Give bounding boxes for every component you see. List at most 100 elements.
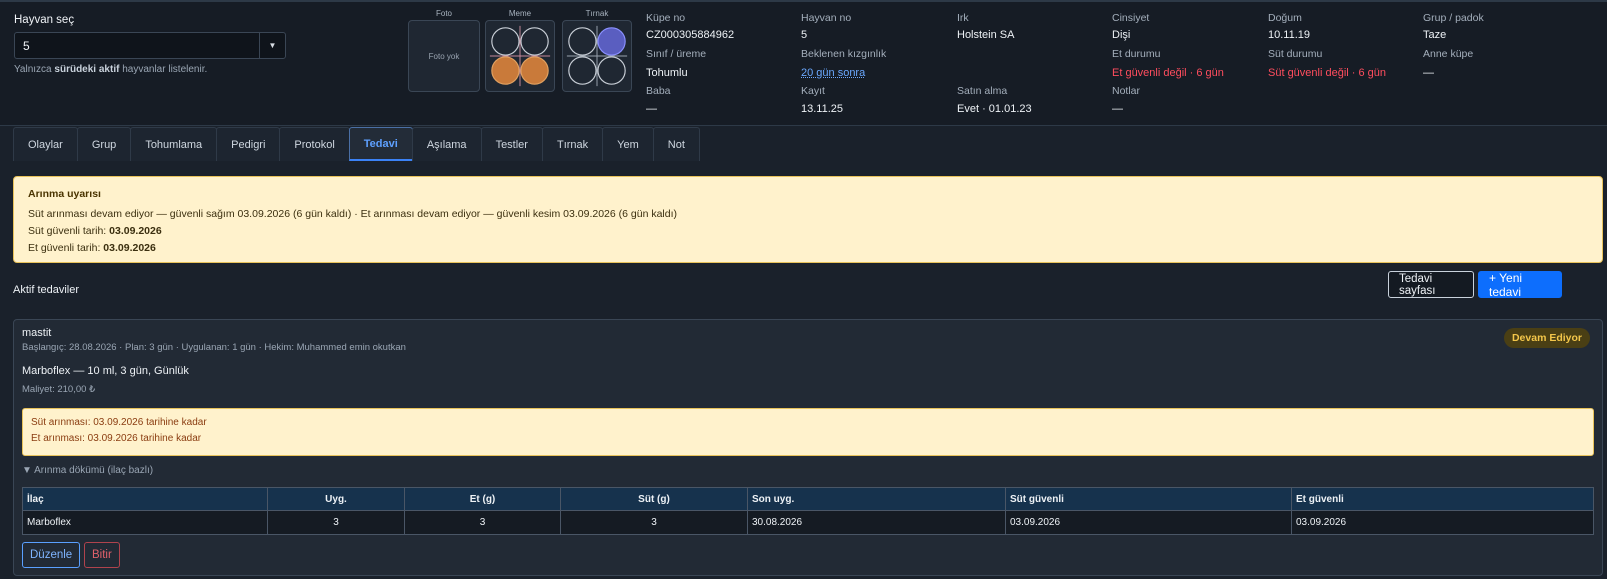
treatment-withdrawal-box: Süt arınması: 03.09.2026 tarihine kadar … [22,408,1594,456]
hoof-diagram[interactable] [562,20,632,92]
anne-kupe-value: — [1423,67,1434,79]
meat-withdrawal-text: Et arınması: 03.09.2026 tarihine kadar [31,433,202,444]
meat-safe-date-line: Et güvenli tarih: 03.09.2026 [28,240,1588,257]
hint-bold: sürüdeki aktif [54,64,120,75]
satin-alma-label: Satın alma [957,85,1008,97]
active-treatments-title: Aktif tedaviler [13,284,80,296]
photo-placeholder[interactable]: Foto yok [408,20,480,92]
cinsiyet-value: Dişi [1112,29,1131,41]
et-durumu-value: Et güvenli değil · 6 gün [1112,67,1224,79]
edit-button[interactable]: Düzenle [22,542,81,568]
cinsiyet-label: Cinsiyet [1112,12,1150,24]
tab-bar: Olaylar Grup Tohumlama Pedigri Protokol … [13,127,700,161]
end-button[interactable]: Bitir [84,542,120,568]
milk-safe-date: 03.09.2026 [109,225,162,237]
sinif-label: Sınıf / üreme [646,48,707,60]
chevron-down-icon[interactable]: ▼ [259,33,285,58]
hayvan-no-value: 5 [801,29,808,41]
grup-label: Grup / padok [1423,12,1484,24]
photo-label: Foto [435,9,452,18]
tab-testler[interactable]: Testler [480,127,543,161]
treatment-cost: Maliyet: 210,00 ₺ [22,384,96,395]
milk-safe-date-line: Süt güvenli tarih: 03.09.2026 [28,223,1588,240]
status-badge: Devam Ediyor [1503,328,1590,348]
hoof-label: Tırnak [585,9,609,18]
table-header-row: İlaç Uyg. Et (g) Süt (g) Son uyg. Süt gü… [22,487,1594,511]
tab-yem[interactable]: Yem [602,127,654,161]
treatment-name: mastit [22,327,52,339]
hoof-quarters-icon [566,25,628,87]
animal-select-title: Hayvan seç [14,14,75,26]
udder-diagram[interactable] [485,20,555,92]
new-treatment-button[interactable]: + Yeni tedavi [1478,271,1562,299]
hint-prefix: Yalnızca [14,64,52,75]
udder-label: Meme [508,9,532,18]
tab-grup[interactable]: Grup [76,127,132,161]
tab-tedavi[interactable]: Tedavi [348,127,413,161]
kupe-no-label: Küpe no [646,12,686,24]
notlar-label: Notlar [1112,85,1141,97]
withdrawal-breakdown-table: İlaç Uyg. Et (g) Süt (g) Son uyg. Süt gü… [22,487,1594,535]
animal-select-value[interactable]: 5 [15,33,259,58]
grup-value: Taze [1423,29,1447,41]
kizginlik-label: Beklenen kızgınlık [801,48,887,60]
anne-kupe-label: Anne küpe [1423,48,1474,60]
tab-olaylar[interactable]: Olaylar [13,127,78,161]
kizginlik-link[interactable]: 20 gün sonra [801,67,865,79]
col-son-uyg: Son uyg. [747,487,1006,511]
animal-select-hint: Yalnızca sürüdeki aktif hayvanlar listel… [14,64,207,75]
meat-safe-date: 03.09.2026 [103,242,156,254]
baba-value: — [646,103,657,115]
photo-empty-text: Foto yok [428,51,460,61]
col-et-guvenli: Et güvenli [1291,487,1594,511]
tab-tirnak[interactable]: Tırnak [541,127,604,161]
cell-uyg: 3 [267,510,405,535]
tab-asilama[interactable]: Aşılama [411,127,482,161]
satin-alma-value: Evet · 01.01.23 [957,103,1032,115]
hint-suffix: hayvanlar listelenir. [122,64,208,75]
cell-sut-guvenli: 03.09.2026 [1005,510,1292,535]
cell-sut: 3 [560,510,748,535]
col-et: Et (g) [404,487,561,511]
tab-protokol[interactable]: Protokol [279,127,350,161]
kupe-no-value: CZ000305884962 [646,29,735,41]
col-uyg: Uyg. [267,487,405,511]
irk-label: Irk [957,12,969,24]
tab-not[interactable]: Not [652,127,700,161]
treatment-meta: Başlangıç: 28.08.2026 · Plan: 3 gün · Uy… [22,342,406,353]
tab-pedigri[interactable]: Pedigri [216,127,281,161]
tab-tohumlama[interactable]: Tohumlama [130,127,218,161]
cell-et: 3 [404,510,561,535]
drug-line: Marboflex — 10 ml, 3 gün, Günlük [22,365,189,377]
withdrawal-warning-text: Süt arınması devam ediyor — güvenli sağı… [28,208,678,220]
animal-select[interactable]: 5 ▼ [14,32,286,59]
meat-safe-label: Et güvenli tarih: [28,242,101,254]
notlar-value: — [1112,103,1123,115]
breakdown-toggle[interactable]: ▼ Arınma dökümü (ilaç bazlı) [22,465,153,476]
sut-durumu-label: Süt durumu [1268,48,1323,60]
milk-safe-label: Süt güvenli tarih: [28,225,107,237]
sut-durumu-value: Süt güvenli değil · 6 gün [1268,67,1387,79]
baba-label: Baba [646,85,671,97]
withdrawal-warning: Arınma uyarısı Süt arınması devam ediyor… [13,176,1603,263]
withdrawal-warning-title: Arınma uyarısı [28,188,101,200]
et-durumu-label: Et durumu [1112,48,1161,60]
dogum-value: 10.11.19 [1268,29,1311,41]
irk-value: Holstein SA [957,29,1015,41]
sinif-value: Tohumlu [646,67,688,79]
col-sut: Süt (g) [560,487,748,511]
treatment-card: mastit Başlangıç: 28.08.2026 · Plan: 3 g… [13,319,1603,576]
udder-quarters-icon [489,25,551,87]
hayvan-no-label: Hayvan no [801,12,852,24]
cell-et-guvenli: 03.09.2026 [1291,510,1594,535]
col-sut-guvenli: Süt güvenli [1005,487,1292,511]
milk-withdrawal-text: Süt arınması: 03.09.2026 tarihine kadar [31,417,207,428]
kayit-label: Kayıt [801,85,825,97]
cell-son-uyg: 30.08.2026 [747,510,1006,535]
animal-header: Hayvan seç 5 ▼ Yalnızca sürüdeki aktif h… [0,0,1607,126]
table-row: Marboflex 3 3 3 30.08.2026 03.09.2026 03… [22,510,1594,535]
treatment-page-button[interactable]: Tedavi sayfası [1388,271,1474,298]
kayit-value: 13.11.25 [801,103,844,115]
col-ilac: İlaç [22,487,268,511]
cell-ilac: Marboflex [22,510,268,535]
